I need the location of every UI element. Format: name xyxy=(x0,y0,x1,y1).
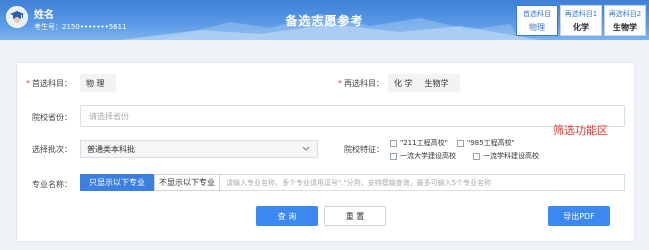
toggle-hide-majors[interactable]: 不显示以下专业 xyxy=(154,174,220,191)
tab-head: 首选科目 xyxy=(523,10,551,18)
required-mark: * xyxy=(338,79,342,88)
checkbox-icon[interactable] xyxy=(390,152,397,160)
chevron-down-icon xyxy=(302,146,310,151)
tab-value: 物理 xyxy=(529,23,545,32)
checkbox-icon[interactable] xyxy=(390,139,397,147)
feature-first-class-university[interactable]: 一流大学建设高校 xyxy=(390,151,456,161)
checkbox-icon[interactable] xyxy=(473,152,480,160)
first-subject-label: * 首选科目： xyxy=(26,78,72,89)
query-button[interactable]: 查 询 xyxy=(256,206,318,226)
province-select[interactable]: 请选择省份 xyxy=(80,105,625,127)
toggle-show-majors[interactable]: 只显示以下专业 xyxy=(80,174,154,191)
tab-second-subject-1[interactable]: 再选科目1 化学 xyxy=(560,5,602,36)
tab-second-subject-2[interactable]: 再选科目2 生物学 xyxy=(604,5,646,36)
tab-value: 生物学 xyxy=(613,23,637,32)
tab-head: 再选科目1 xyxy=(564,10,598,18)
second-subject-value-2: 生物学 xyxy=(424,78,449,88)
first-subject-chip: 物 理 xyxy=(80,74,116,92)
checkbox-icon[interactable] xyxy=(457,139,464,147)
tab-first-subject[interactable]: 首选科目 物理 xyxy=(516,5,558,36)
reset-button[interactable]: 重 置 xyxy=(324,206,386,226)
second-subject-label: * 再选科目： xyxy=(336,78,384,89)
major-label: 专业名称： xyxy=(32,180,72,189)
tab-head: 再选科目2 xyxy=(608,10,642,18)
feature-first-class-discipline[interactable]: 一流学科建设高校 xyxy=(473,151,539,161)
first-subject-label-text: 首选科目： xyxy=(32,79,72,88)
feature-985[interactable]: "985工程高校" xyxy=(457,138,515,148)
feature-first-class-university-label: 一流大学建设高校 xyxy=(400,152,456,160)
batch-select[interactable]: 普通类本科批 xyxy=(80,140,318,158)
tab-value: 化学 xyxy=(573,23,589,32)
feature-211[interactable]: "211工程高校" xyxy=(390,138,448,148)
annotation-filter-area: 筛选功能区 xyxy=(553,124,608,137)
export-pdf-button[interactable]: 导出PDF xyxy=(548,206,610,226)
feature-211-label: "211工程高校" xyxy=(400,139,448,147)
major-input[interactable]: 请输入专业名称、多个专业请用逗号","分割，支持模糊查询，最多可输入5个专业名称 xyxy=(220,174,625,191)
feature-first-class-discipline-label: 一流学科建设高校 xyxy=(483,152,539,160)
province-label: 院校省份： xyxy=(32,113,72,122)
feature-985-label: "985工程高校" xyxy=(467,139,515,147)
first-subject-value: 物 理 xyxy=(86,78,105,88)
second-subject-value-1: 化 学 xyxy=(394,78,413,88)
batch-label: 选择批次： xyxy=(32,145,72,154)
second-subject-chip: 化 学 生物学 xyxy=(388,74,460,92)
features-label: 院校特征： xyxy=(344,145,384,154)
required-mark: * xyxy=(26,79,30,88)
app-header: 姓名 考生号：2150•••••••5611 备选志愿参考 首选科目 物理 再选… xyxy=(0,0,649,40)
second-subject-label-text: 再选科目： xyxy=(344,79,384,88)
batch-select-value: 普通类本科批 xyxy=(87,144,135,154)
